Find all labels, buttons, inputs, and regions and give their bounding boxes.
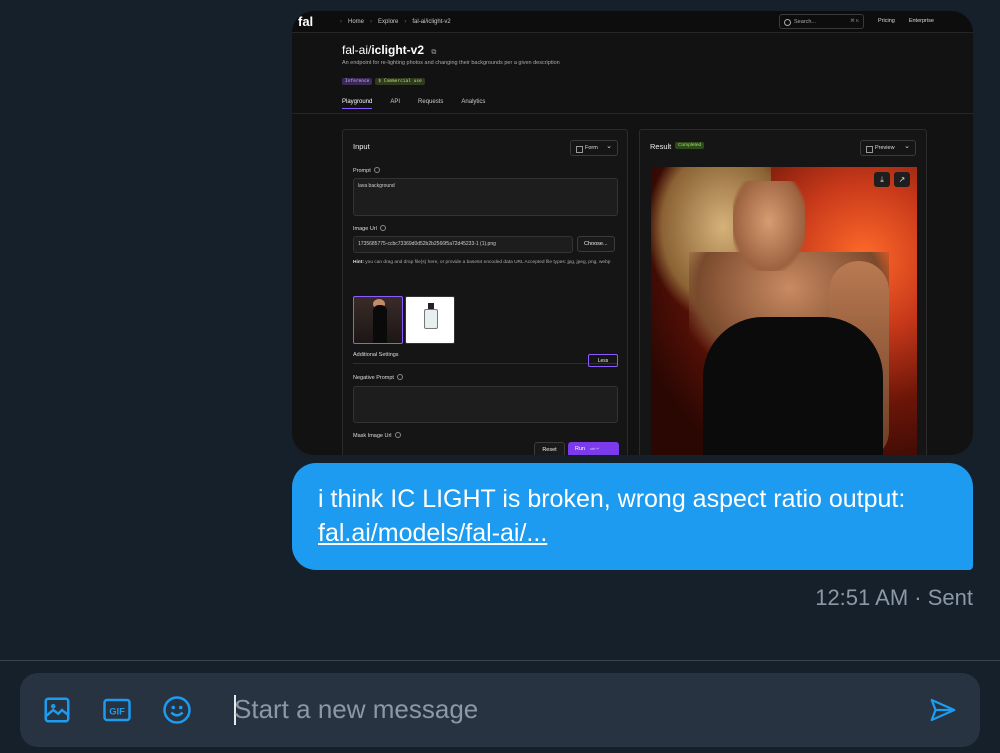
- form-dropdown: Form: [570, 140, 618, 156]
- divider: [0, 660, 1000, 661]
- message-timestamp: 12:51 AM: [815, 585, 909, 610]
- image-url-field: 1735685775-ccbc73369d0d52b2b2566f5a72d45…: [353, 236, 573, 253]
- fal-nav-right: Pricing Enterprise: [878, 18, 934, 24]
- model-title: fal-ai/iclight-v2 ⧉: [342, 43, 437, 57]
- tab-requests: Requests: [418, 99, 444, 105]
- less-button: Less: [588, 354, 618, 367]
- reset-button: Reset: [534, 442, 565, 455]
- upload-hint: Hint: you can drag and drop file(s) here…: [353, 260, 611, 265]
- thumbnail-perfume-bottle: [405, 296, 455, 344]
- prompt-field: lava background: [353, 178, 618, 216]
- tab-playground: Playground: [342, 99, 373, 109]
- input-heading: Input: [353, 142, 370, 151]
- tag-commercial: $ Commercial use: [375, 78, 425, 85]
- status-badge: Completed: [675, 142, 705, 149]
- send-icon[interactable]: [928, 695, 958, 725]
- breadcrumb: › Home › Explore › fal-ai/iclight-v2: [340, 18, 451, 25]
- divider: [292, 113, 973, 114]
- fal-topbar: fal › Home › Explore › fal-ai/iclight-v2…: [292, 11, 973, 33]
- tag-inference: Inference: [342, 78, 373, 85]
- tab-analytics: Analytics: [461, 99, 486, 105]
- tab-api: API: [390, 99, 401, 105]
- gif-icon[interactable]: GIF: [102, 695, 132, 725]
- negative-prompt-label: Negative Prompt: [353, 374, 403, 381]
- preview-dropdown: Preview: [860, 140, 916, 156]
- nav-enterprise: Enterprise: [908, 18, 934, 24]
- svg-text:GIF: GIF: [109, 706, 125, 716]
- result-heading: Result: [650, 142, 672, 151]
- model-tabs: Playground API Requests Analytics: [342, 99, 503, 109]
- info-icon: [394, 432, 401, 438]
- attached-screenshot[interactable]: fal › Home › Explore › fal-ai/iclight-v2…: [292, 11, 973, 455]
- input-panel: Input Form Prompt lava background Image …: [342, 129, 628, 455]
- run-button: Run ctrl ↵: [568, 442, 619, 455]
- message-text: i think IC LIGHT is broken, wrong aspect…: [318, 485, 906, 513]
- message-input[interactable]: Start a new message: [234, 694, 478, 725]
- message-composer: GIF Start a new message: [20, 673, 980, 747]
- info-icon: [373, 167, 380, 173]
- result-panel: Result Completed Preview ⤓ ↗: [639, 129, 927, 455]
- info-icon: [379, 225, 386, 231]
- message-status: Sent: [927, 585, 973, 610]
- model-subtitle: An endpoint for re-lighting photos and c…: [342, 60, 560, 66]
- model-tags: Inference $ Commercial use: [342, 78, 425, 85]
- choose-button: Choose...: [577, 236, 615, 252]
- message-link[interactable]: fal.ai/models/fal-ai/...: [318, 516, 947, 550]
- fal-logo: fal: [298, 14, 314, 29]
- nav-pricing: Pricing: [878, 18, 895, 24]
- negative-prompt-field: [353, 386, 618, 423]
- image-url-label: Image Url: [353, 225, 386, 232]
- crumb-explore: Explore: [378, 18, 399, 25]
- download-icon: ⤓: [874, 172, 890, 187]
- open-external-icon: ↗: [894, 172, 910, 187]
- fal-search: Search... ⌘ K: [779, 14, 864, 29]
- result-image: [651, 167, 917, 455]
- additional-settings: Additional Settings: [353, 352, 618, 364]
- thumbnail-model-photo: [353, 296, 403, 344]
- emoji-icon[interactable]: [162, 695, 192, 725]
- info-icon: [396, 374, 403, 380]
- crumb-model: fal-ai/iclight-v2: [412, 18, 451, 25]
- image-icon[interactable]: [42, 695, 72, 725]
- crumb-home: Home: [348, 18, 365, 25]
- message-bubble[interactable]: i think IC LIGHT is broken, wrong aspect…: [292, 463, 973, 570]
- mask-image-label: Mask Image Url: [353, 432, 401, 439]
- prompt-label: Prompt: [353, 167, 380, 174]
- message-meta: 12:51 AM · Sent: [815, 585, 973, 610]
- copy-icon: ⧉: [431, 49, 437, 56]
